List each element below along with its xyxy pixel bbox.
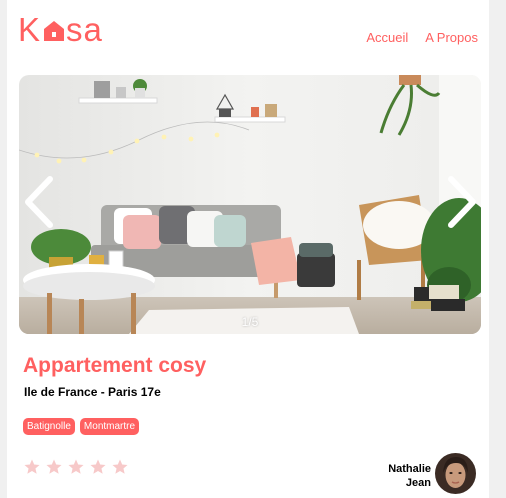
main-nav: Accueil A Propos [366, 30, 478, 45]
host-last-name: Jean [405, 477, 431, 489]
star-icon [112, 459, 128, 474]
carousel-counter: 1/5 [241, 315, 259, 329]
listing-title: Appartement cosy [23, 354, 207, 377]
host-first-name: Nathalie [388, 463, 431, 475]
host-avatar [435, 453, 476, 494]
page: K sa Accueil A Propos 1/5 Appartement co… [7, 0, 489, 498]
star-icon [90, 459, 106, 474]
nav-link-accueil[interactable]: Accueil [366, 30, 408, 45]
star-icon [68, 459, 84, 474]
logo-text-right: sa [66, 11, 103, 48]
tag-list: Batignolle Montmartre [23, 418, 140, 435]
tag-montmartre: Montmartre [79, 418, 140, 435]
logo-text-left: K [18, 11, 42, 48]
chevron-right-icon[interactable] [445, 175, 479, 229]
rating-stars [23, 458, 129, 476]
star-icon [46, 459, 62, 474]
tag-batignolle: Batignolle [23, 418, 75, 435]
nav-link-a-propos[interactable]: A Propos [425, 30, 478, 45]
house-icon [44, 21, 65, 41]
kasa-logo[interactable]: K sa [18, 10, 103, 50]
image-carousel: 1/5 [19, 75, 481, 334]
apartment-photo [19, 75, 481, 334]
listing-location: Ile de France - Paris 17e [24, 385, 161, 399]
star-icon [24, 459, 40, 474]
host-name: Nathalie Jean [379, 462, 431, 490]
chevron-left-icon[interactable] [22, 175, 56, 229]
